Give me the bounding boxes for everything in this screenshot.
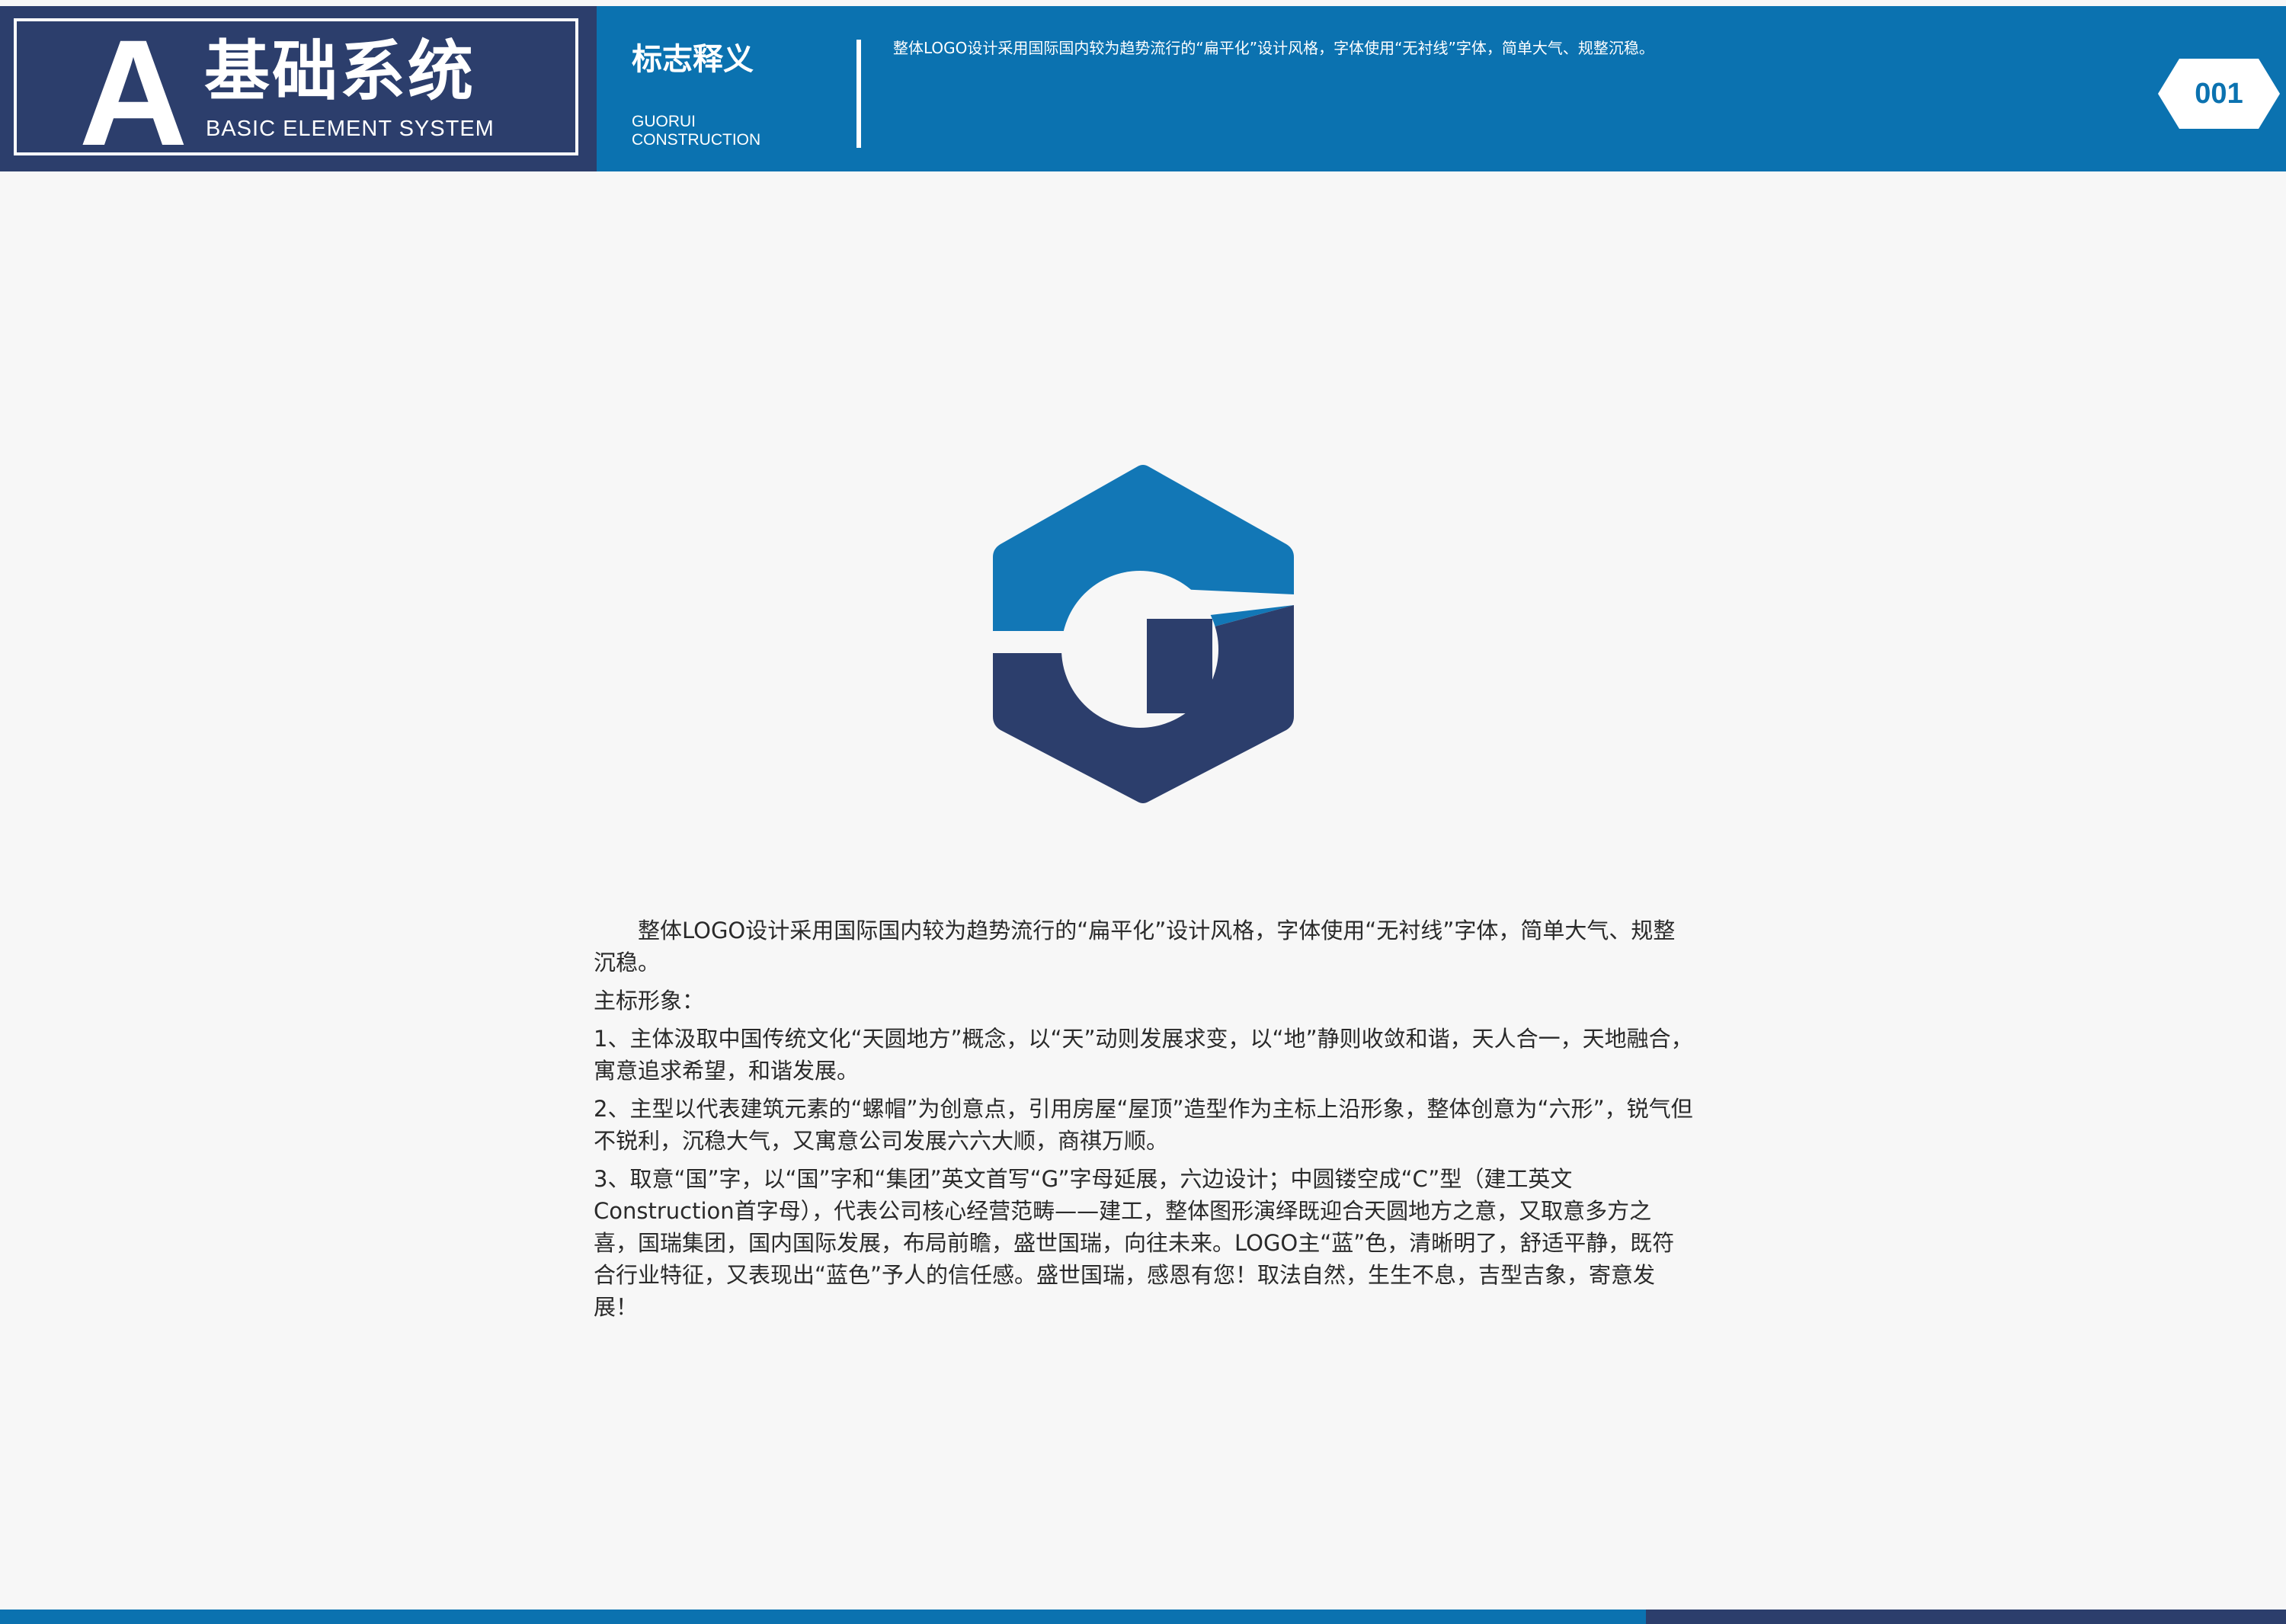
section-heading: 主标形象： [594,988,705,1014]
brand-block: A 基础系统 BASIC ELEMENT SYSTEM [0,6,597,171]
point-1: 1、主体汲取中国传统文化“天圆地方”概念，以“天”动则发展求变，以“地”静则收敛… [594,1026,1693,1084]
brand-letter: A [78,8,188,177]
section-title: 标志释义 [632,42,754,77]
header-bar: A 基础系统 BASIC ELEMENT SYSTEM 标志释义 GUORUI … [0,6,2286,171]
hexagon-g-logo-icon [993,465,1294,803]
header-divider [856,40,861,148]
brand-title: 基础系统 [204,34,475,110]
footer-bar-navy [1646,1610,2286,1624]
page-number: 001 [2195,78,2243,110]
header-description: 整体LOGO设计采用国际国内较为趋势流行的“扁平化”设计风格，字体使用“无衬线”… [893,39,1654,57]
section-subtitle: GUORUI CONSTRUCTION [632,113,761,149]
brand-subtitle: BASIC ELEMENT SYSTEM [206,117,495,141]
point-3: 3、取意“国”字，以“国”字和“集团”英文首写“G”字母延展，六边设计；中圆镂空… [594,1166,1675,1320]
intro-paragraph: 整体LOGO设计采用国际国内较为趋势流行的“扁平化”设计风格，字体使用“无衬线”… [594,918,1676,975]
point-2: 2、主型以代表建筑元素的“螺帽”为创意点，引用房屋“屋顶”造型作为主标上沿形象，… [594,1096,1693,1154]
footer-bar-blue [0,1610,1646,1624]
page-badge: 001 [2155,56,2283,132]
logo-description: 整体LOGO设计采用国际国内较为趋势流行的“扁平化”设计风格，字体使用“无衬线”… [594,915,1695,1329]
